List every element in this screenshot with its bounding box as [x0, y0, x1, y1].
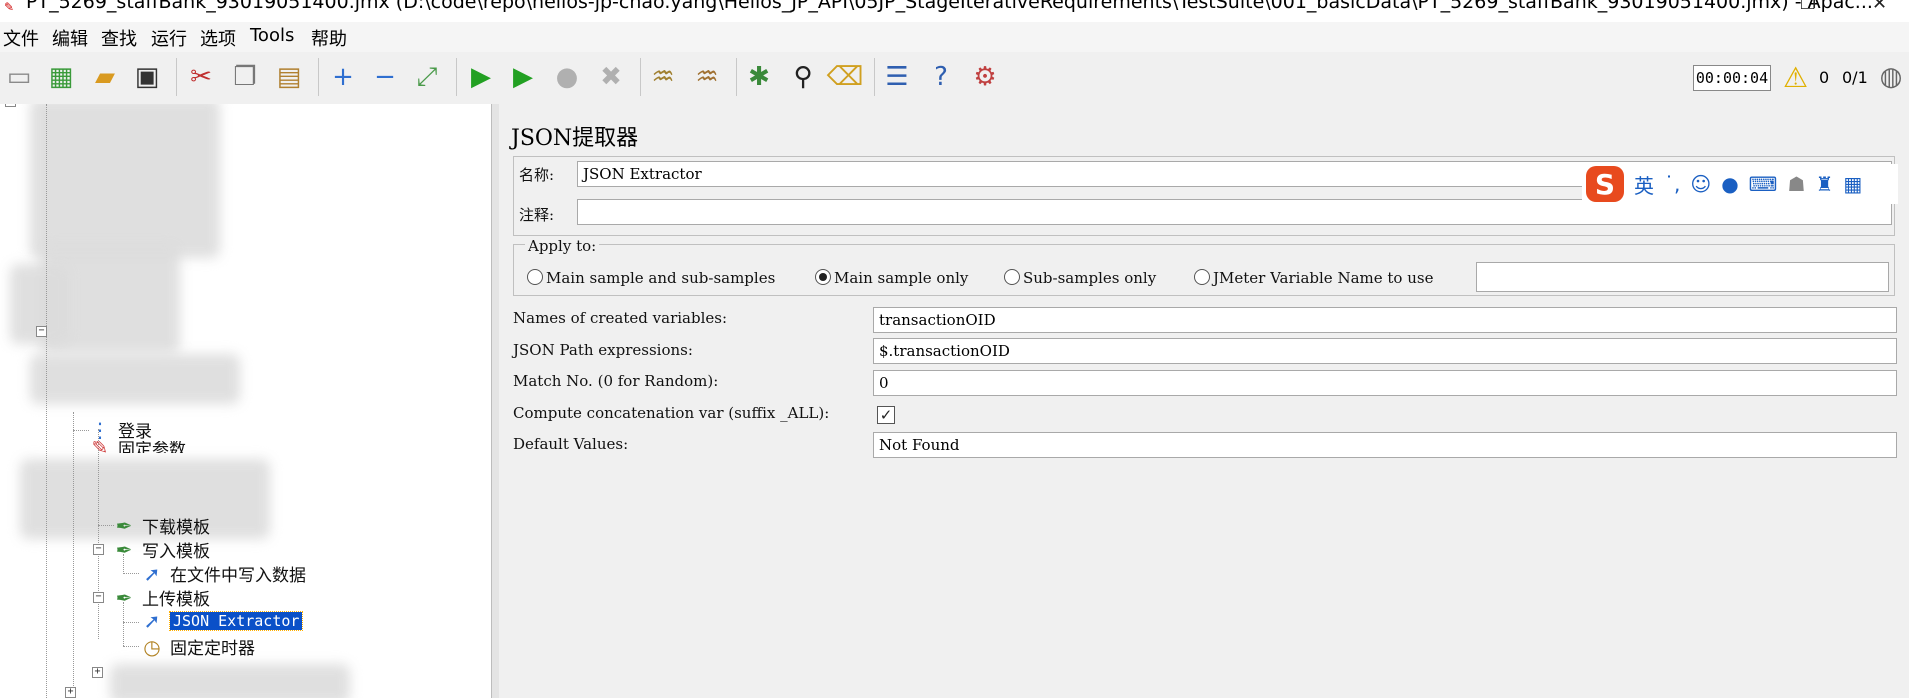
remote-icon[interactable]: ⚙ — [968, 60, 1002, 94]
http-sampler-icon: ✒ — [115, 585, 133, 610]
microphone-icon[interactable]: ● — [1721, 172, 1738, 196]
menu-run[interactable]: 运行 — [151, 25, 187, 51]
postprocessor-icon: ➚ — [143, 609, 161, 633]
radio-sub-only[interactable] — [1004, 269, 1020, 285]
templates-icon[interactable]: ▦ — [44, 60, 78, 94]
ime-language[interactable]: 英 — [1634, 170, 1654, 199]
expand-icon[interactable]: + — [326, 60, 360, 94]
stop-icon[interactable]: ● — [550, 60, 584, 94]
default-values-label: Default Values: — [513, 435, 629, 453]
radio-jmeter-variable[interactable] — [1194, 269, 1210, 285]
test-plan-tree[interactable]: − ⋮ 登录 ✎ 固定参数 ✒ 下载模板 − ✒ 写入模板 ➚ 在文件中写入数据… — [0, 104, 491, 698]
tree-node-label: 上传模板 — [142, 590, 210, 610]
tree-node-login[interactable]: ⋮ 登录 — [88, 417, 152, 443]
comment-label: 注释: — [519, 206, 555, 224]
clear-icon[interactable]: ♒ — [646, 60, 680, 94]
radio-sub-only-label: Sub-samples only — [1023, 269, 1157, 287]
match-no-label: Match No. (0 for Random): — [513, 372, 719, 390]
open-icon[interactable]: ▰ — [88, 60, 122, 94]
radio-main-and-sub-label: Main sample and sub-samples — [546, 269, 776, 287]
start-icon[interactable]: ▶ — [464, 60, 498, 94]
app-icon: ✎ — [4, 0, 15, 14]
toolbar: ▭ ▦ ▰ ▣ ✂ ❐ ▤ + − ⤢ ▶ ▶ ● ✖ ♒ ♒ ✱ ⚲ ⌫ ☰ … — [0, 52, 1909, 105]
toggle-icon[interactable]: ⤢ — [410, 60, 444, 94]
menu-options[interactable]: 选项 — [200, 25, 236, 51]
http-sampler-icon: ✒ — [115, 537, 133, 562]
copy-icon[interactable]: ❐ — [228, 60, 262, 94]
clear-all-icon[interactable]: ♒ — [690, 60, 724, 94]
jmeter-variable-input[interactable] — [1476, 262, 1889, 292]
close-button[interactable]: ✕ — [1872, 0, 1887, 13]
tree-node-write-template[interactable]: ✒ 写入模板 — [112, 537, 210, 563]
sogou-logo-icon[interactable]: S — [1586, 166, 1624, 202]
apply-to-legend: Apply to: — [525, 237, 600, 255]
radio-main-and-sub[interactable] — [527, 269, 543, 285]
tree-node-label: 登录 — [118, 422, 152, 442]
reset-search-icon[interactable]: ⌫ — [827, 60, 864, 94]
tree-node-label: 固定定时器 — [170, 639, 255, 659]
menu-search[interactable]: 查找 — [101, 25, 137, 51]
config-icon: ✎ — [91, 441, 109, 453]
warning-count: 0 — [1819, 68, 1830, 87]
new-icon[interactable]: ▭ — [2, 60, 36, 94]
collapse-icon[interactable]: − — [368, 60, 402, 94]
json-path-input[interactable]: $.transactionOID — [873, 338, 1897, 364]
active-threads: 0/1 — [1842, 68, 1868, 87]
tree-node-upload-template[interactable]: ✒ 上传模板 — [112, 585, 210, 611]
warning-icon[interactable]: ⚠ — [1783, 61, 1808, 94]
timer-icon: ◷ — [143, 634, 161, 659]
cut-icon[interactable]: ✂ — [184, 60, 218, 94]
names-input[interactable]: transactionOID — [873, 307, 1897, 333]
tree-node-label: 在文件中写入数据 — [170, 566, 306, 586]
user-icon[interactable]: ☗ — [1788, 172, 1806, 196]
shutdown-icon[interactable]: ✖ — [594, 60, 628, 94]
http-sampler-icon: ✒ — [115, 513, 133, 538]
restore-button[interactable]: ❐ — [1800, 0, 1816, 13]
tree-node-label: 固定参数 — [118, 441, 186, 453]
sampler-icon: ⋮ — [90, 417, 110, 442]
list-icon[interactable]: ☰ — [880, 60, 914, 94]
menu-edit[interactable]: 编辑 — [52, 25, 88, 51]
grid-icon[interactable]: ▦ — [1843, 172, 1862, 196]
menu-tools[interactable]: Tools — [250, 25, 294, 46]
json-path-label: JSON Path expressions: — [513, 341, 693, 359]
menu-file[interactable]: 文件 — [3, 25, 39, 51]
keyboard-icon[interactable]: ⌨ — [1749, 172, 1778, 196]
radio-jmeter-variable-label: JMeter Variable Name to use — [1213, 269, 1434, 287]
tree-node-download-template[interactable]: ✒ 下载模板 — [112, 513, 210, 539]
postprocessor-icon: ➚ — [143, 561, 161, 586]
radio-main-only-label: Main sample only — [834, 269, 969, 287]
search-icon[interactable]: ⚲ — [786, 60, 820, 94]
tree-node-fixed-params[interactable]: ✎ 固定参数 — [88, 441, 186, 453]
tree-node-label: 下载模板 — [142, 518, 210, 538]
tree-node-constant-timer[interactable]: ◷ 固定定时器 — [140, 634, 255, 660]
names-label: Names of created variables: — [513, 309, 728, 327]
concat-checkbox[interactable]: ✓ — [877, 406, 895, 424]
start-no-pauses-icon[interactable]: ▶ — [506, 60, 540, 94]
tree-node-json-extractor[interactable]: ➚ JSON Extractor — [140, 609, 304, 633]
tree-node-label: JSON Extractor — [168, 611, 304, 631]
function-helper-icon[interactable]: ✱ — [742, 60, 776, 94]
menu-help[interactable]: 帮助 — [311, 25, 347, 51]
help-icon[interactable]: ? — [924, 60, 958, 94]
elapsed-timer: 00:00:04 — [1693, 65, 1771, 91]
panel-title: JSON提取器 — [511, 126, 639, 151]
paste-icon[interactable]: ▤ — [272, 60, 306, 94]
emoji-icon[interactable]: ☺ — [1690, 172, 1711, 196]
title-bar: ✎ PT_5269_staffBank_93019051400.jmx (D:\… — [0, 0, 1909, 22]
ime-toolbar: S 英 ˙, ☺ ● ⌨ ☗ ♜ ▦ — [1582, 164, 1898, 204]
menu-bar: 文件 编辑 查找 运行 选项 Tools 帮助 — [0, 22, 1909, 52]
tree-node-write-data[interactable]: ➚ 在文件中写入数据 — [140, 561, 306, 587]
status-icon: ◍ — [1879, 62, 1903, 92]
save-icon[interactable]: ▣ — [130, 60, 164, 94]
concat-label: Compute concatenation var (suffix _ALL): — [513, 404, 830, 422]
match-no-input[interactable]: 0 — [873, 370, 1897, 396]
punctuation-icon[interactable]: ˙, — [1664, 172, 1680, 196]
name-label: 名称: — [519, 166, 555, 184]
window-title: PT_5269_staffBank_93019051400.jmx (D:\co… — [26, 0, 1873, 13]
tree-node-label: 写入模板 — [142, 542, 210, 562]
skin-icon[interactable]: ♜ — [1815, 172, 1833, 196]
default-values-input[interactable]: Not Found — [873, 432, 1897, 458]
radio-main-only[interactable] — [815, 269, 831, 285]
